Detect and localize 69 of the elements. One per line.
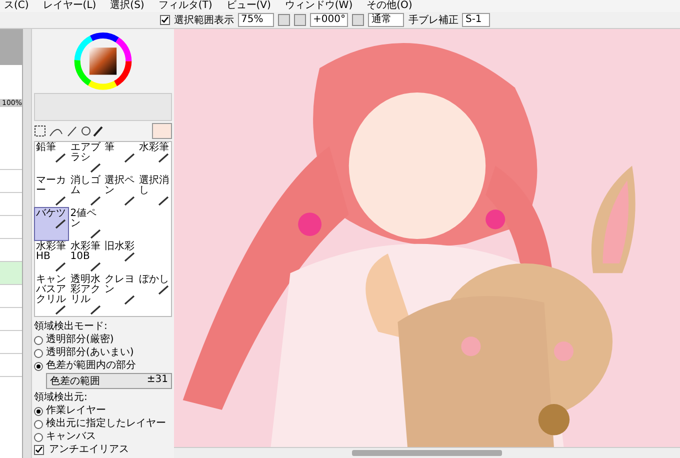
menu-item[interactable]: 選択(S) bbox=[110, 0, 144, 12]
menu-item[interactable]: フィルタ(T) bbox=[158, 0, 212, 12]
brush-icon bbox=[55, 153, 68, 163]
tool-button[interactable]: エアブラシ bbox=[69, 142, 102, 174]
radio-button[interactable] bbox=[34, 336, 43, 344]
checkbox[interactable] bbox=[34, 445, 44, 455]
stabilizer-label: 手ブレ補正 bbox=[408, 14, 458, 27]
brush-icon bbox=[158, 285, 170, 295]
radio-label: キャンバス bbox=[46, 431, 96, 443]
stabilizer-field[interactable]: S-1 bbox=[462, 13, 490, 27]
section-label: 領域検出元: bbox=[34, 390, 88, 404]
brush-icon bbox=[55, 196, 68, 206]
range-field[interactable]: 色差の範囲 ±31 bbox=[46, 373, 172, 389]
brush-icon bbox=[90, 196, 102, 206]
horizontal-scrollbar[interactable] bbox=[174, 447, 680, 458]
menu-item[interactable]: ビュー(V) bbox=[226, 0, 271, 12]
radio-button[interactable] bbox=[34, 432, 43, 442]
zoom-out-button[interactable] bbox=[278, 14, 290, 26]
brush-icon bbox=[158, 196, 170, 206]
brush-icon bbox=[124, 295, 136, 305]
section-label: 領域検出モード: bbox=[34, 320, 108, 333]
angle-field[interactable]: +000° bbox=[310, 13, 348, 27]
radio-button[interactable] bbox=[34, 420, 43, 428]
rotate-button[interactable] bbox=[352, 14, 364, 26]
scrollbar[interactable] bbox=[23, 29, 32, 458]
radio-label: 色差が範囲内の部分 bbox=[46, 360, 136, 372]
menu-item[interactable]: ウィンドウ(W) bbox=[284, 0, 353, 12]
brush-icon bbox=[55, 219, 68, 229]
radio-button[interactable] bbox=[34, 406, 43, 416]
menu-item[interactable]: ス(C) bbox=[4, 0, 29, 12]
range-value: ±31 bbox=[146, 374, 168, 387]
radio-label: 検出元に指定したレイヤー bbox=[46, 418, 166, 430]
tool-button[interactable]: 水彩筆HB bbox=[35, 241, 68, 273]
tool-button[interactable]: 水彩筆10B bbox=[69, 241, 102, 273]
radio-label: 透明部分(厳密) bbox=[46, 334, 114, 346]
tool-button[interactable]: マーカー bbox=[35, 175, 68, 207]
menu-item[interactable]: その他(O) bbox=[366, 0, 412, 12]
selection-tools-icon[interactable] bbox=[34, 124, 104, 138]
zoom-field[interactable]: 75% bbox=[238, 13, 274, 27]
menu-item[interactable]: レイヤー(L) bbox=[42, 0, 96, 12]
tool-button[interactable]: 2値ペン bbox=[69, 208, 102, 240]
brush-icon bbox=[90, 305, 102, 315]
radio-label: 透明部分(あいまい) bbox=[46, 347, 134, 359]
tool-button[interactable]: バケツ bbox=[35, 208, 68, 240]
brush-icon bbox=[90, 229, 102, 239]
radio-label: 作業レイヤー bbox=[46, 405, 106, 417]
radio-button[interactable] bbox=[34, 348, 43, 358]
blend-mode-field[interactable]: 通常 bbox=[368, 13, 404, 27]
tool-button[interactable]: 消しゴム bbox=[69, 175, 102, 207]
zoom-in-button[interactable] bbox=[294, 14, 306, 26]
brush-icon bbox=[124, 196, 136, 206]
radio-button[interactable] bbox=[34, 362, 43, 370]
brush-icon bbox=[90, 262, 102, 272]
brush-icon bbox=[124, 153, 136, 163]
checkbox-label: アンチエイリアス bbox=[49, 444, 129, 456]
brush-icon bbox=[90, 163, 102, 173]
tool-button[interactable]: キャンバスアクリル bbox=[35, 274, 68, 316]
checkbox-label: 選択範囲表示 bbox=[174, 14, 234, 27]
color-swatch[interactable] bbox=[152, 123, 172, 139]
brush-icon bbox=[158, 153, 170, 163]
brush-icon bbox=[55, 262, 68, 272]
tool-button[interactable]: 選択ペン bbox=[104, 175, 137, 207]
tool-button[interactable]: 透明水彩アクリル bbox=[69, 274, 102, 316]
range-label: 色差の範囲 bbox=[50, 375, 100, 388]
brush-icon bbox=[124, 252, 136, 262]
checkbox[interactable] bbox=[160, 15, 170, 25]
brush-icon bbox=[55, 305, 68, 315]
layer-row[interactable] bbox=[0, 262, 22, 285]
tool-button[interactable]: 選択消し bbox=[138, 175, 171, 207]
